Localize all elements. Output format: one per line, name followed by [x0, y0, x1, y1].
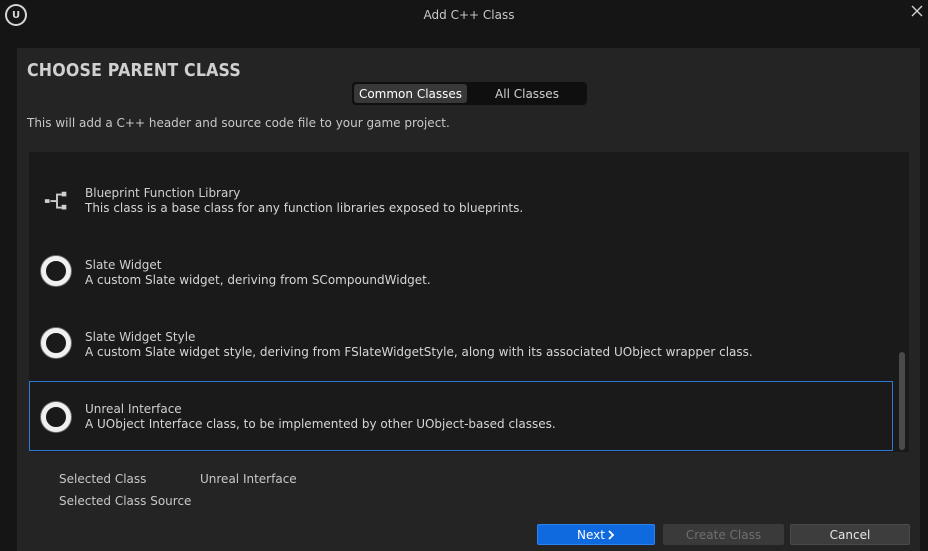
window-title: Add C++ Class	[423, 8, 515, 22]
class-name: Blueprint Function Library	[85, 186, 241, 200]
close-icon	[911, 5, 923, 17]
dialog-panel: CHOOSE PARENT CLASS Common Classes All C…	[17, 48, 920, 551]
class-ring-icon	[41, 402, 71, 432]
selected-class-value: Unreal Interface	[200, 472, 297, 486]
class-description: This class is a base class for any funct…	[85, 201, 524, 215]
class-name: Unreal Interface	[85, 402, 182, 416]
tab-common-classes[interactable]: Common Classes	[354, 84, 467, 103]
class-item-blueprint-function-library[interactable]: Blueprint Function Library This class is…	[29, 162, 893, 232]
class-ring-icon	[41, 328, 71, 358]
selected-class-label: Selected Class	[59, 472, 147, 486]
tab-all-classes[interactable]: All Classes	[469, 84, 585, 103]
class-list-scrollbar[interactable]	[899, 352, 905, 450]
cancel-button[interactable]: Cancel	[790, 524, 910, 545]
class-item-slate-widget[interactable]: Slate Widget A custom Slate widget, deri…	[29, 234, 893, 304]
class-description: A custom Slate widget style, deriving fr…	[85, 345, 753, 359]
title-bar: U Add C++ Class	[0, 0, 928, 32]
next-button[interactable]: Next	[537, 524, 655, 545]
class-description: A custom Slate widget, deriving from SCo…	[85, 273, 431, 287]
page-title: CHOOSE PARENT CLASS	[27, 60, 241, 81]
class-list[interactable]: Blueprint Function Library This class is…	[29, 152, 909, 452]
next-button-label: Next	[577, 527, 605, 542]
chevron-right-icon	[608, 529, 615, 540]
class-name: Slate Widget	[85, 258, 162, 272]
dialog-description: This will add a C++ header and source co…	[27, 116, 450, 130]
class-description: A UObject Interface class, to be impleme…	[85, 417, 556, 431]
selected-class-source-label: Selected Class Source	[59, 494, 192, 508]
class-name: Slate Widget Style	[85, 330, 196, 344]
close-button[interactable]	[906, 0, 928, 22]
class-filter-tabs: Common Classes All Classes	[352, 82, 587, 105]
function-library-icon	[44, 191, 67, 210]
class-ring-icon	[41, 256, 71, 286]
class-item-slate-widget-style[interactable]: Slate Widget Style A custom Slate widget…	[29, 306, 893, 376]
create-class-button[interactable]: Create Class	[663, 524, 784, 545]
class-item-unreal-interface[interactable]: Unreal Interface A UObject Interface cla…	[29, 381, 893, 451]
